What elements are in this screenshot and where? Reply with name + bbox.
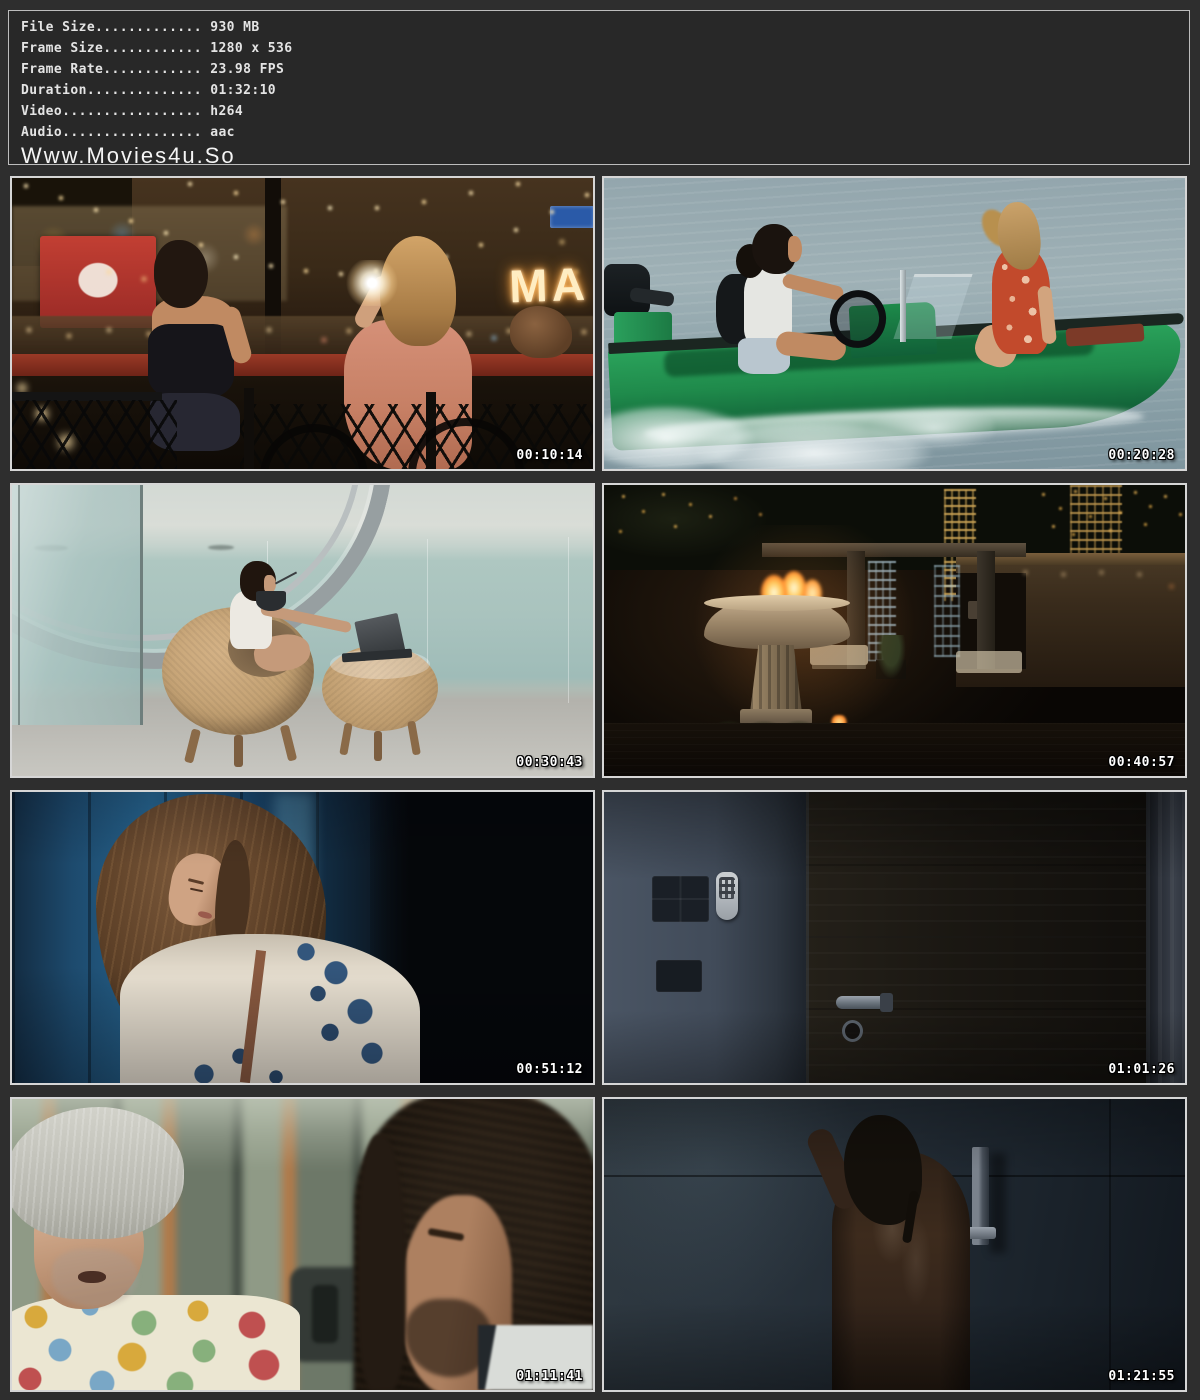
fountain-pedestal [750, 645, 802, 713]
timestamp-overlay: 00:30:43 [516, 755, 583, 770]
long-dark-hair [358, 1135, 406, 1390]
info-line-frame-rate: Frame Rate............ 23.98 FPS [21, 59, 1189, 80]
food-bowl [256, 591, 286, 611]
glass-wall-frame [18, 485, 20, 725]
table-leg [374, 731, 382, 761]
glass-wall [12, 485, 143, 725]
windshield-frame [900, 270, 906, 342]
screenshot-thumb-6: 01:01:26 [602, 790, 1187, 1085]
open-mouth [78, 1271, 106, 1283]
scene-courtyard-fire-fountain [604, 485, 1185, 776]
scene-night-market-bar: MA [12, 178, 593, 469]
scene-shower-from-behind [604, 1099, 1185, 1390]
glass-seam [568, 537, 569, 703]
chair-leg [184, 728, 201, 763]
floral-shirt [12, 1295, 300, 1390]
screenshot-sheet: File Size............. 930 MB Frame Size… [0, 0, 1200, 1400]
railing-post [244, 388, 254, 469]
bottle [312, 1285, 338, 1343]
phone-flash [344, 260, 400, 306]
string-lights [12, 178, 16, 182]
table-leg [339, 723, 352, 756]
boat-wake-spray [604, 383, 994, 469]
bench [956, 651, 1022, 673]
site-watermark: Www.Movies4u.So [21, 144, 1189, 168]
blue-sign [550, 206, 593, 228]
woman-left-black-top [148, 324, 234, 398]
timestamp-overlay: 00:40:57 [1108, 755, 1175, 770]
timestamp-overlay: 00:51:12 [516, 1062, 583, 1077]
scene-balcony-sea-view [12, 485, 593, 776]
timestamp-overlay: 01:11:41 [516, 1369, 583, 1384]
screenshot-thumb-8: 01:21:55 [602, 1097, 1187, 1392]
screenshot-thumb-2: 00:20:28 [602, 176, 1187, 471]
bar-counter [12, 354, 593, 376]
table-leg [407, 721, 421, 756]
info-line-file-size: File Size............. 930 MB [21, 17, 1189, 38]
railing-lattice-left [12, 400, 177, 469]
shading-overlay [12, 792, 593, 1083]
scene-woman-embroidered-blouse [12, 792, 593, 1083]
info-line-frame-size: Frame Size............ 1280 x 536 [21, 38, 1189, 59]
chair-leg [234, 735, 243, 767]
timestamp-overlay: 00:10:14 [516, 448, 583, 463]
brick-pavement [604, 723, 1185, 776]
info-line-video: Video................. h264 [21, 101, 1189, 122]
screenshot-thumb-5: 00:51:12 [10, 790, 595, 1085]
info-line-audio: Audio................. aac [21, 122, 1189, 143]
vignette-overlay [604, 792, 1185, 1083]
media-info-panel: File Size............. 930 MB Frame Size… [8, 10, 1190, 165]
woman-left-hair [154, 240, 208, 308]
vignette-overlay [604, 1099, 1185, 1390]
info-line-duration: Duration.............. 01:32:10 [21, 80, 1189, 101]
light-cascade [1070, 485, 1122, 559]
scene-dark-bedroom-door [604, 792, 1185, 1083]
scene-green-speedboat [604, 178, 1185, 469]
timestamp-overlay: 01:21:55 [1108, 1369, 1175, 1384]
driver-face [788, 236, 802, 262]
screenshot-thumb-7: 01:11:41 [10, 1097, 595, 1392]
timestamp-overlay: 00:20:28 [1108, 448, 1175, 463]
chair-leg [280, 724, 297, 761]
red-banner [40, 236, 156, 328]
downlights [604, 485, 607, 488]
timestamp-overlay: 01:01:26 [1108, 1062, 1175, 1077]
screenshot-thumb-4: 00:40:57 [602, 483, 1187, 778]
screenshot-thumb-1: MA 00:10:14 [10, 176, 595, 471]
gray-hair [12, 1107, 184, 1239]
screenshot-thumb-3: 00:30:43 [10, 483, 595, 778]
scene-two-men-talking [12, 1099, 593, 1390]
fire-bowl-rim [704, 595, 850, 611]
